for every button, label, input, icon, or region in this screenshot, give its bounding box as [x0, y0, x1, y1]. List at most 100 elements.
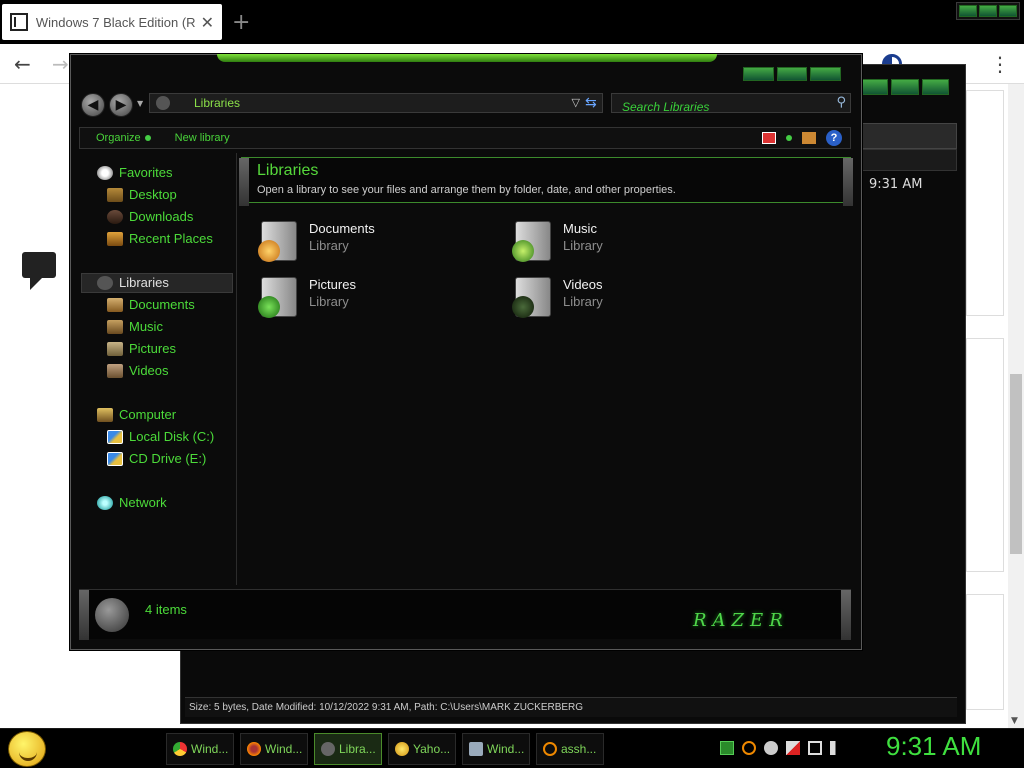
- nav-pictures[interactable]: Pictures: [107, 341, 176, 356]
- browser-menu-icon[interactable]: ⋮: [990, 52, 1010, 76]
- libraries-large-icon: [95, 598, 129, 632]
- nav-music[interactable]: Music: [107, 319, 163, 334]
- search-input[interactable]: Search Libraries ⚲: [611, 93, 851, 114]
- nav-downloads[interactable]: Downloads: [107, 209, 193, 224]
- nav-network[interactable]: Network: [97, 495, 167, 510]
- minimize-button[interactable]: [743, 67, 774, 81]
- maximize-button[interactable]: [776, 67, 808, 81]
- history-dropdown-icon[interactable]: ▼: [137, 99, 143, 108]
- bg-minimize-button[interactable]: [861, 79, 889, 95]
- library-type: Library: [563, 294, 603, 309]
- view-controls: ?: [762, 130, 842, 146]
- system-tray: [720, 741, 844, 755]
- desktop-icon: [107, 187, 123, 202]
- nav-cd-drive[interactable]: CD Drive (E:): [107, 451, 206, 466]
- window-controls: [743, 67, 842, 81]
- library-name: Pictures: [309, 277, 356, 292]
- taskbar-button-chrome[interactable]: Wind...: [166, 733, 234, 765]
- library-name: Music: [563, 221, 597, 236]
- browser-tab[interactable]: Windows 7 Black Edition (Russi ✕: [2, 4, 222, 40]
- nav-documents[interactable]: Documents: [107, 297, 195, 312]
- libraries-icon: [97, 275, 113, 290]
- nav-local-disk[interactable]: Local Disk (C:): [107, 429, 214, 444]
- view-options-icon[interactable]: [786, 135, 792, 141]
- taskbar-button-yahoo[interactable]: Yaho...: [388, 733, 456, 765]
- volume-icon[interactable]: [830, 741, 844, 755]
- nav-label: CD Drive (E:): [129, 451, 207, 466]
- address-text: Libraries: [194, 96, 241, 110]
- downloads-icon: [107, 209, 123, 224]
- chat-bubble-icon[interactable]: [22, 252, 56, 290]
- refresh-icon[interactable]: ⇆: [585, 95, 597, 111]
- nav-libraries[interactable]: Libraries: [97, 275, 169, 290]
- title-glow: [217, 54, 717, 62]
- back-arrow-icon[interactable]: ←: [14, 52, 31, 76]
- bg-maximize-button[interactable]: [891, 79, 919, 95]
- pictures-icon: [107, 341, 123, 356]
- taskbar-button-window[interactable]: Wind...: [462, 733, 530, 765]
- details-edge: [841, 590, 851, 640]
- start-button-smiley-icon[interactable]: [8, 731, 46, 767]
- library-documents[interactable]: Documents Library: [258, 221, 501, 262]
- action-center-icon[interactable]: [786, 741, 800, 755]
- taskbar-button-libraries[interactable]: Libra...: [314, 733, 382, 765]
- organize-button[interactable]: Organize: [96, 132, 151, 144]
- nav-computer[interactable]: Computer: [97, 407, 176, 422]
- taskbar: Wind... Wind... Libra... Yaho... Wind...…: [0, 728, 1024, 768]
- page-scrollbar[interactable]: ▼: [1008, 84, 1024, 728]
- forward-button[interactable]: ▶: [109, 93, 133, 117]
- taskbar-label: Wind...: [191, 742, 229, 756]
- close-button[interactable]: [999, 5, 1017, 17]
- maximize-button[interactable]: [979, 5, 997, 17]
- chrome-icon: [173, 742, 187, 756]
- back-button[interactable]: ◀: [81, 93, 105, 117]
- nav-videos[interactable]: Videos: [107, 363, 169, 378]
- preview-pane-icon[interactable]: [802, 132, 816, 144]
- nav-favorites[interactable]: Favorites: [97, 165, 172, 180]
- side-frame: [966, 594, 1004, 710]
- library-type: Library: [309, 238, 349, 253]
- videos-icon: [107, 363, 123, 378]
- navigation-pane: Favorites Desktop Downloads Recent Place…: [79, 153, 237, 585]
- close-button[interactable]: [810, 67, 842, 81]
- taskbar-button-firefox[interactable]: Wind...: [240, 733, 308, 765]
- close-tab-icon[interactable]: ✕: [201, 13, 214, 32]
- library-pictures[interactable]: Pictures Library: [258, 277, 501, 318]
- address-dropdown-icon[interactable]: ▽: [572, 96, 580, 109]
- nav-desktop[interactable]: Desktop: [107, 187, 177, 202]
- tray-search-icon[interactable]: [742, 741, 756, 755]
- firefox-icon: [247, 742, 261, 756]
- recent-places-icon: [107, 231, 123, 246]
- change-view-icon[interactable]: [762, 132, 776, 144]
- bg-modified-time: 9:31 AM: [869, 177, 923, 192]
- tray-status-icon[interactable]: [764, 741, 778, 755]
- library-type: Library: [563, 238, 603, 253]
- dropdown-dot-icon: [144, 135, 151, 142]
- nav-label: Favorites: [119, 165, 173, 180]
- bg-column-header-2: [861, 149, 957, 171]
- help-icon[interactable]: ?: [826, 130, 842, 146]
- libraries-explorer-window[interactable]: ◀ ▶ ▼ Libraries ▽ ⇆ Search Libraries ⚲ O…: [70, 54, 862, 650]
- bg-close-button[interactable]: [921, 79, 949, 95]
- taskbar-clock[interactable]: 9:31 AM: [886, 731, 981, 762]
- tray-app-icon[interactable]: [720, 741, 734, 755]
- forward-arrow-icon[interactable]: →: [52, 52, 69, 76]
- library-music[interactable]: Music Library: [512, 221, 755, 262]
- library-videos[interactable]: Videos Library: [512, 277, 755, 318]
- search-icon[interactable]: ⚲: [836, 95, 846, 110]
- details-pane: 4 items RAZER: [79, 589, 851, 640]
- page-title: Libraries: [257, 162, 319, 179]
- network-tray-icon[interactable]: [808, 741, 822, 755]
- page-subtitle: Open a library to see your files and arr…: [257, 184, 676, 196]
- taskbar-label: Yaho...: [413, 742, 451, 756]
- tab-title: Windows 7 Black Edition (Russi: [35, 14, 195, 30]
- libraries-icon: [156, 96, 170, 110]
- address-bar[interactable]: Libraries ▽: [149, 93, 603, 113]
- taskbar-button-search[interactable]: assh...: [536, 733, 604, 765]
- minimize-button[interactable]: [959, 5, 977, 17]
- new-library-button[interactable]: New library: [175, 132, 230, 144]
- scrollbar-thumb[interactable]: [1010, 374, 1022, 554]
- new-tab-button[interactable]: +: [232, 10, 250, 35]
- scroll-down-icon[interactable]: ▼: [1011, 716, 1018, 726]
- nav-recent-places[interactable]: Recent Places: [107, 231, 213, 246]
